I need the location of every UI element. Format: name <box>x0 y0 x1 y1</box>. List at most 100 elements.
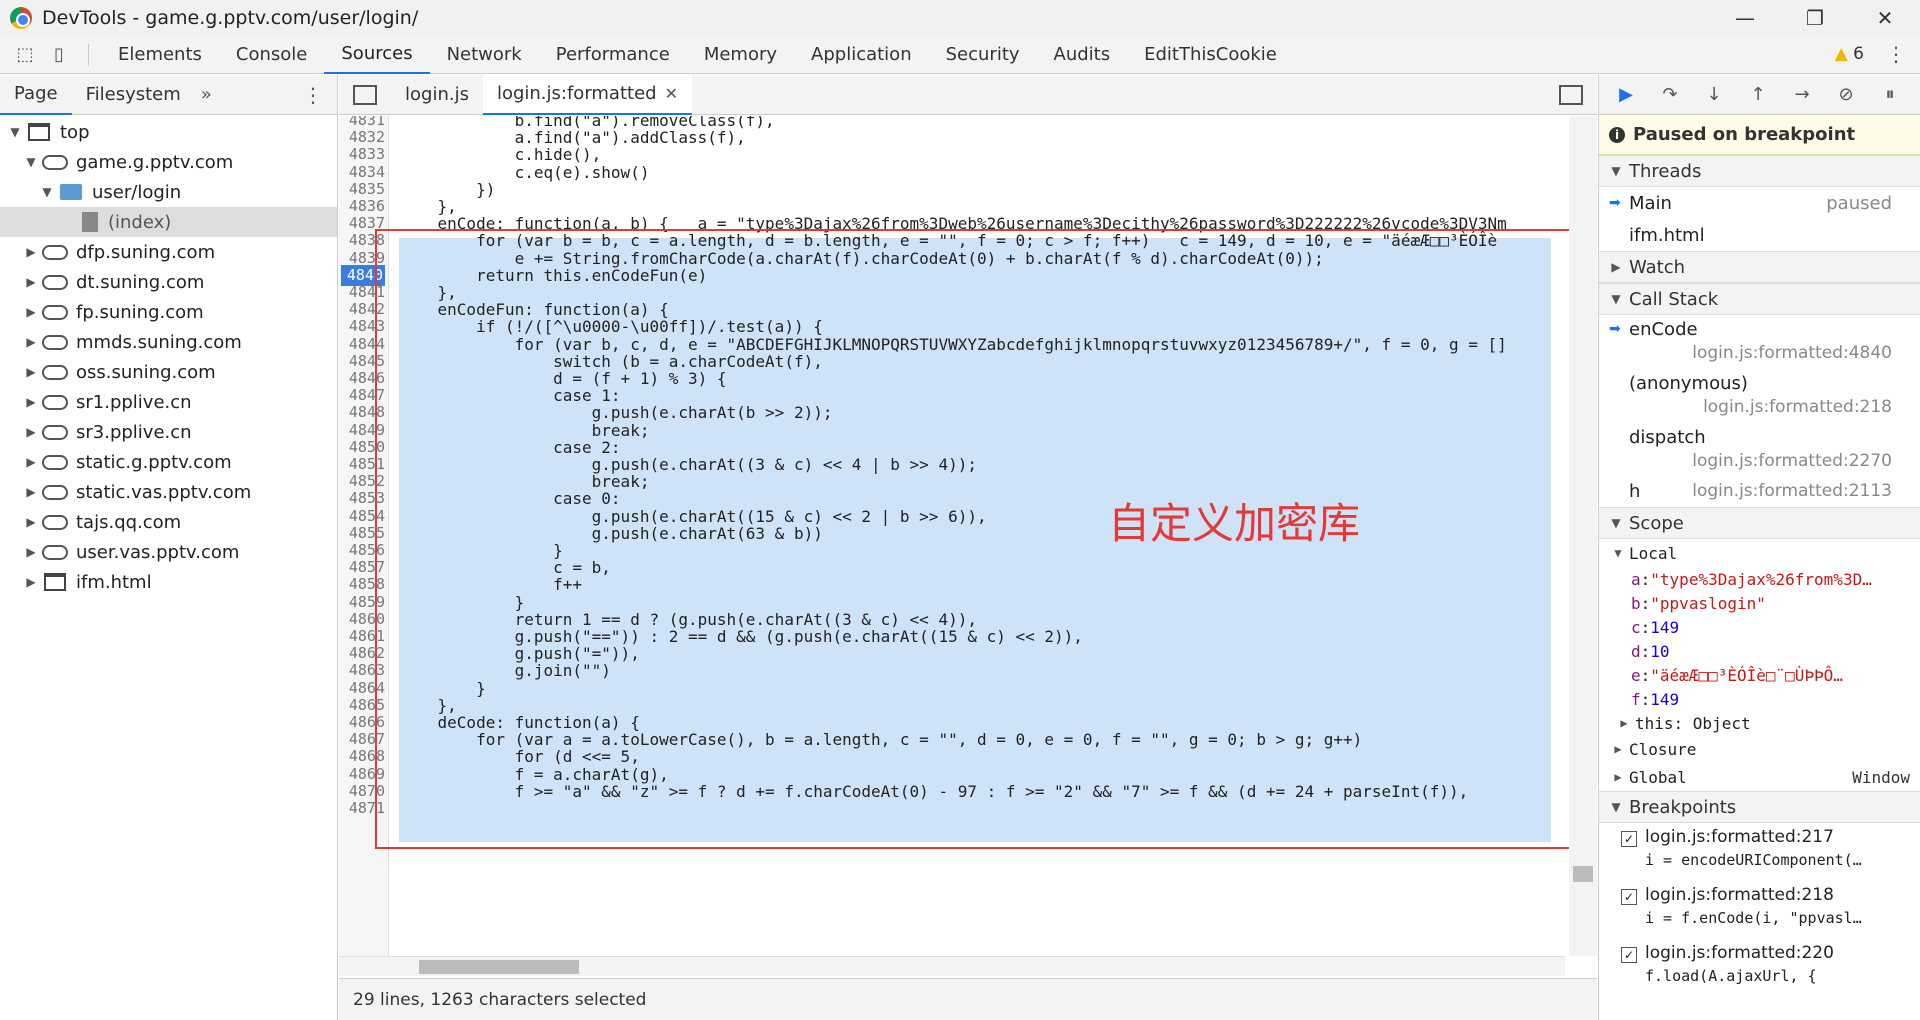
expand-arrow-icon[interactable]: ▶ <box>24 245 38 259</box>
editor-horizontal-scrollbar[interactable] <box>339 956 1565 976</box>
device-toolbar-icon[interactable]: ▯ <box>42 38 76 72</box>
expand-arrow-icon[interactable]: ▶ <box>24 515 38 529</box>
tab-memory[interactable]: Memory <box>687 36 794 74</box>
scope-variable[interactable]: f: 149 <box>1599 687 1920 711</box>
expand-arrow-icon[interactable]: ▶ <box>24 545 38 559</box>
call-frame[interactable]: dispatch login.js:formatted:2270 <box>1599 423 1920 477</box>
expand-arrow-icon[interactable]: ▶ <box>24 485 38 499</box>
frame-location[interactable]: login.js:formatted:4840 <box>1692 343 1892 363</box>
thread-main[interactable]: ➡ Main paused <box>1599 187 1920 219</box>
inspect-element-icon[interactable]: ⬚ <box>8 38 42 72</box>
tree-item[interactable]: (index) <box>0 207 337 237</box>
tab-audits[interactable]: Audits <box>1037 36 1128 74</box>
toggle-debugger-icon[interactable] <box>1559 84 1583 105</box>
close-window-button[interactable]: ✕ <box>1850 0 1920 36</box>
expand-arrow-icon[interactable]: ▶ <box>24 305 38 319</box>
scope-header[interactable]: ▼ Scope <box>1599 507 1920 539</box>
expand-arrow-icon[interactable]: ▶ <box>24 365 38 379</box>
step-icon[interactable]: → <box>1787 80 1817 110</box>
scope-global[interactable]: ▶ Global Window <box>1599 763 1920 791</box>
threads-header[interactable]: ▼ Threads <box>1599 155 1920 187</box>
tab-page[interactable]: Page <box>0 75 72 115</box>
expand-arrow-icon[interactable]: ▶ <box>24 425 38 439</box>
scope-variable[interactable]: c: 149 <box>1599 615 1920 639</box>
maximize-button[interactable]: ❐ <box>1780 0 1850 36</box>
breakpoint-checkbox[interactable]: ✓ <box>1621 831 1637 847</box>
minimize-button[interactable]: — <box>1710 0 1780 36</box>
more-options-icon[interactable]: ⋮ <box>1886 42 1906 66</box>
frame-location[interactable]: login.js:formatted:218 <box>1703 397 1892 417</box>
breakpoint-checkbox[interactable]: ✓ <box>1621 889 1637 905</box>
navigator-menu-icon[interactable]: ⋮ <box>303 83 323 107</box>
tree-item[interactable]: ▼ user/login <box>0 177 337 207</box>
tree-item[interactable]: ▶ sr1.pplive.cn <box>0 387 337 417</box>
scope-variable[interactable]: e: "äéæÆ□□³ÈÓÎè□¨□ÙÞÞÔ… <box>1599 663 1920 687</box>
breakpoint-item[interactable]: ✓ login.js:formatted:220 f.load(A.ajaxUrl,… <box>1599 939 1920 997</box>
call-frame[interactable]: (anonymous) login.js:formatted:218 <box>1599 369 1920 423</box>
deactivate-breakpoints-icon[interactable]: ⊘ <box>1831 80 1861 110</box>
tree-item[interactable]: ▶ static.g.pptv.com <box>0 447 337 477</box>
scroll-thumb[interactable] <box>1573 866 1593 882</box>
scope-variable[interactable]: a: "type%3Dajax%26from%3D… <box>1599 567 1920 591</box>
tab-filesystem[interactable]: Filesystem <box>72 75 195 115</box>
call-frame[interactable]: ➡ enCode login.js:formatted:4840 <box>1599 315 1920 369</box>
call-stack-header[interactable]: ▼ Call Stack <box>1599 283 1920 315</box>
breakpoint-checkbox[interactable]: ✓ <box>1621 947 1637 963</box>
tree-item[interactable]: ▶ user.vas.pptv.com <box>0 537 337 567</box>
frame-location[interactable]: login.js:formatted:2270 <box>1692 451 1892 471</box>
tree-item[interactable]: ▶ dfp.suning.com <box>0 237 337 267</box>
step-into-icon[interactable]: ↓ <box>1699 80 1729 110</box>
close-tab-icon[interactable]: ✕ <box>665 84 678 103</box>
scroll-thumb[interactable] <box>419 960 579 974</box>
tree-item[interactable]: ▶ dt.suning.com <box>0 267 337 297</box>
scope-variable[interactable]: d: 10 <box>1599 639 1920 663</box>
tree-item[interactable]: ▼ game.g.pptv.com <box>0 147 337 177</box>
expand-arrow-icon[interactable]: ▶ <box>24 455 38 469</box>
resume-icon[interactable]: ▶ <box>1611 80 1641 110</box>
step-over-icon[interactable]: ↷ <box>1655 80 1685 110</box>
expand-arrow-icon[interactable]: ▶ <box>24 575 38 589</box>
toggle-navigator-icon[interactable] <box>353 84 377 105</box>
frame-location[interactable]: login.js:formatted:2113 <box>1692 481 1892 501</box>
scope-variable[interactable]: b: "ppvaslogin" <box>1599 591 1920 615</box>
warnings-badge[interactable]: ▲ 6 <box>1835 44 1864 64</box>
collapse-arrow-icon[interactable]: ▼ <box>8 125 22 139</box>
tab-editthiscookie[interactable]: EditThisCookie <box>1127 36 1294 74</box>
thread-ifm[interactable]: ifm.html <box>1599 219 1920 251</box>
breakpoints-header[interactable]: ▼ Breakpoints <box>1599 791 1920 823</box>
scope-this[interactable]: ▶ this: Object <box>1599 711 1920 735</box>
collapse-arrow-icon[interactable]: ▼ <box>40 185 54 199</box>
tab-login-js[interactable]: login.js <box>391 75 483 115</box>
tree-item[interactable]: ▶ mmds.suning.com <box>0 327 337 357</box>
tab-sources[interactable]: Sources <box>324 36 430 74</box>
tab-performance[interactable]: Performance <box>539 36 687 74</box>
breakpoint-item[interactable]: ✓ login.js:formatted:217 i = encodeURIComp… <box>1599 823 1920 881</box>
tab-console[interactable]: Console <box>219 36 324 74</box>
more-tabs-icon[interactable]: » <box>195 84 218 105</box>
pause-on-exceptions-icon[interactable]: ⏸ <box>1875 80 1905 110</box>
step-out-icon[interactable]: ↑ <box>1743 80 1773 110</box>
scope-closure[interactable]: ▶ Closure <box>1599 735 1920 763</box>
tree-item[interactable]: ▶ tajs.qq.com <box>0 507 337 537</box>
scope-local[interactable]: ▼ Local <box>1599 539 1920 567</box>
thread-status: paused <box>1826 192 1892 214</box>
tree-item[interactable]: ▼ top <box>0 117 337 147</box>
tree-item[interactable]: ▶ sr3.pplive.cn <box>0 417 337 447</box>
tab-application[interactable]: Application <box>794 36 929 74</box>
expand-arrow-icon[interactable]: ▶ <box>24 395 38 409</box>
breakpoint-item[interactable]: ✓ login.js:formatted:218 i = f.enCode(i, "… <box>1599 881 1920 939</box>
tab-security[interactable]: Security <box>929 36 1037 74</box>
tree-item[interactable]: ▶ fp.suning.com <box>0 297 337 327</box>
collapse-arrow-icon[interactable]: ▼ <box>24 155 38 169</box>
tree-item[interactable]: ▶ ifm.html <box>0 567 337 597</box>
tree-item[interactable]: ▶ oss.suning.com <box>0 357 337 387</box>
expand-arrow-icon[interactable]: ▶ <box>24 275 38 289</box>
tab-login-js-formatted[interactable]: login.js:formatted ✕ <box>482 74 692 115</box>
tree-item[interactable]: ▶ static.vas.pptv.com <box>0 477 337 507</box>
editor-vertical-scrollbar[interactable] <box>1569 116 1597 956</box>
tab-elements[interactable]: Elements <box>101 36 219 74</box>
watch-header[interactable]: ▶ Watch <box>1599 251 1920 283</box>
expand-arrow-icon[interactable]: ▶ <box>24 335 38 349</box>
call-frame[interactable]: h login.js:formatted:2113 <box>1599 477 1920 507</box>
tab-network[interactable]: Network <box>430 36 539 74</box>
